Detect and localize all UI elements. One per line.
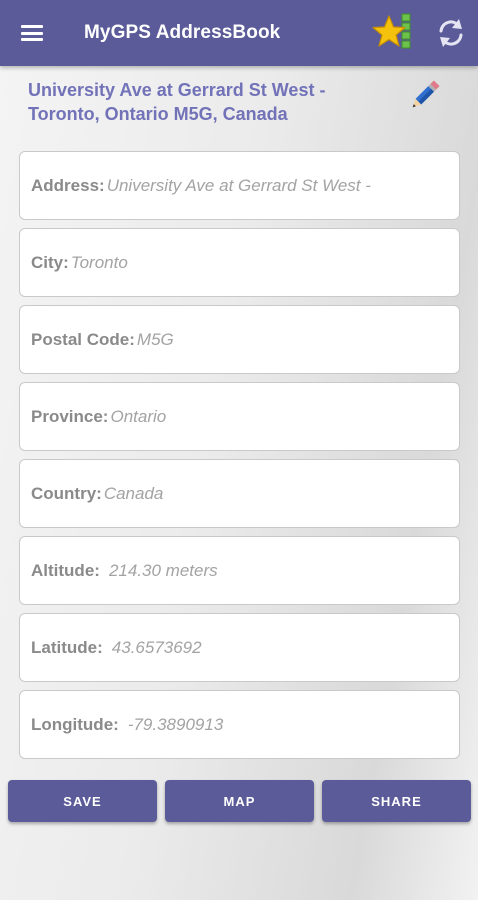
favorites-button[interactable] — [372, 12, 416, 56]
map-button[interactable]: MAP — [165, 780, 314, 822]
field-label: Longitude: — [31, 714, 119, 734]
edit-button[interactable] — [404, 76, 444, 116]
field-value: M5G — [136, 329, 174, 349]
city-field[interactable]: City: Toronto — [19, 228, 460, 297]
field-value: 43.6573692 — [111, 637, 202, 657]
country-field[interactable]: Country: Canada — [19, 459, 460, 528]
field-label: Postal Code: — [31, 329, 135, 349]
menu-line — [21, 25, 43, 28]
app-bar: MyGPS AddressBook — [0, 0, 478, 66]
refresh-button[interactable] — [434, 16, 468, 50]
app-title: MyGPS AddressBook — [84, 22, 281, 43]
refresh-icon — [439, 19, 463, 47]
field-label: Altitude: — [31, 560, 100, 580]
star-list-icon — [372, 13, 411, 49]
postal-code-field[interactable]: Postal Code: M5G — [19, 305, 460, 374]
share-button[interactable]: SHARE — [322, 780, 471, 822]
field-value: 214.30 meters — [108, 560, 218, 580]
hamburger-menu-icon[interactable] — [18, 21, 48, 45]
field-label: City: — [31, 252, 69, 272]
field-value: Canada — [103, 483, 164, 503]
menu-line — [21, 38, 43, 41]
altitude-field[interactable]: Altitude: 214.30 meters — [19, 536, 460, 605]
field-label: Province: — [31, 406, 109, 426]
latitude-field[interactable]: Latitude: 43.6573692 — [19, 613, 460, 682]
field-value: Ontario — [110, 406, 167, 426]
longitude-field[interactable]: Longitude: -79.3890913 — [19, 690, 460, 759]
save-button[interactable]: SAVE — [8, 780, 157, 822]
field-label: Latitude: — [31, 637, 103, 657]
field-label: Country: — [31, 483, 102, 503]
province-field[interactable]: Province: Ontario — [19, 382, 460, 451]
menu-line — [21, 31, 43, 35]
field-value: Toronto — [70, 252, 128, 272]
address-field[interactable]: Address: University Ave at Gerrard St We… — [19, 151, 460, 220]
address-title: University Ave at Gerrard St West - Toro… — [28, 80, 326, 124]
field-value: -79.3890913 — [127, 714, 224, 734]
pencil-icon — [412, 80, 440, 108]
field-value: University Ave at Gerrard St West - — [106, 175, 371, 195]
field-label: Address: — [31, 175, 105, 195]
